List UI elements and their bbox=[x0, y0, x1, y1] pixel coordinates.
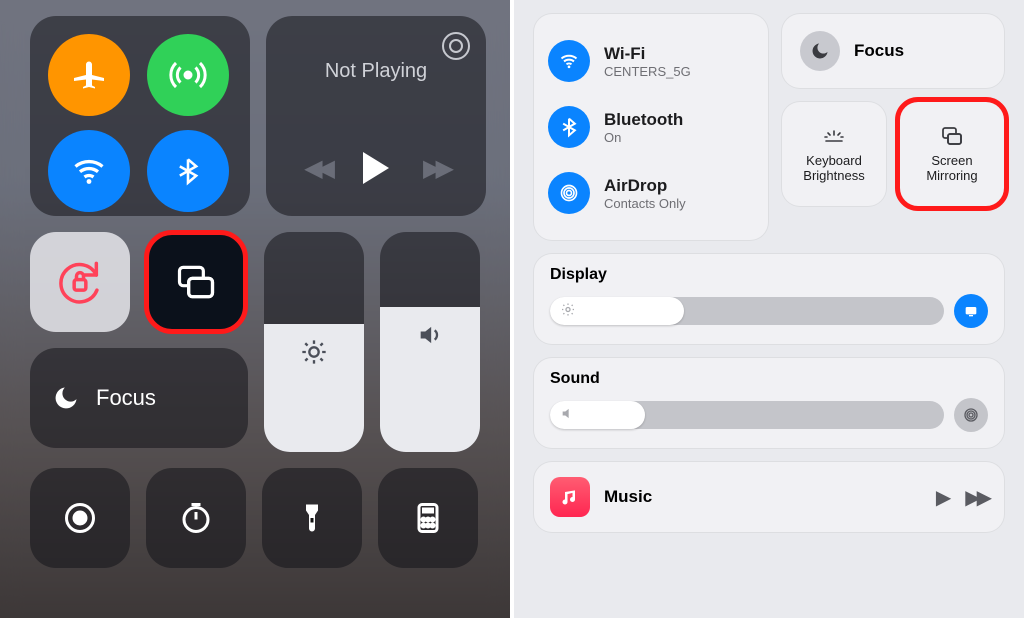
play-icon[interactable] bbox=[363, 152, 389, 184]
timer-icon bbox=[178, 500, 214, 536]
mac-control-center: Wi-Fi CENTERS_5G Bluetooth On AirDrop bbox=[510, 0, 1024, 618]
calculator-button[interactable] bbox=[378, 468, 478, 568]
wifi-icon bbox=[548, 40, 590, 82]
bluetooth-subtitle: On bbox=[604, 130, 683, 145]
flashlight-button[interactable] bbox=[262, 468, 362, 568]
screen-mirroring-button[interactable]: Screen Mirroring bbox=[900, 102, 1004, 206]
now-playing-status: Not Playing bbox=[325, 60, 427, 83]
display-card: Display bbox=[534, 254, 1004, 344]
airdrop-row[interactable]: AirDrop Contacts Only bbox=[548, 172, 754, 214]
network-card: Wi-Fi CENTERS_5G Bluetooth On AirDrop bbox=[534, 14, 768, 240]
display-brightness-slider[interactable] bbox=[550, 297, 944, 325]
connectivity-group bbox=[30, 16, 250, 216]
airdrop-icon bbox=[548, 172, 590, 214]
flashlight-icon bbox=[294, 500, 330, 536]
sound-label: Sound bbox=[550, 370, 988, 388]
sound-volume-slider[interactable] bbox=[550, 401, 944, 429]
keyboard-brightness-button[interactable]: Keyboard Brightness bbox=[782, 102, 886, 206]
screen-record-button[interactable] bbox=[30, 468, 130, 568]
cellular-data-toggle[interactable] bbox=[147, 34, 229, 116]
screen-mirroring-button[interactable] bbox=[146, 232, 246, 332]
airplay-audio-icon[interactable] bbox=[442, 32, 470, 60]
music-card[interactable]: Music ▶ ▶▶ bbox=[534, 462, 1004, 532]
speaker-small-icon bbox=[560, 406, 576, 425]
display-target-icon[interactable] bbox=[954, 294, 988, 328]
sound-card: Sound bbox=[534, 358, 1004, 448]
screen-mirroring-label: Screen Mirroring bbox=[908, 154, 996, 184]
bluetooth-title: Bluetooth bbox=[604, 110, 683, 130]
moon-icon bbox=[52, 384, 80, 412]
rotation-lock-toggle[interactable] bbox=[30, 232, 130, 332]
ios-control-center: Not Playing ◀◀ ▶▶ bbox=[0, 0, 510, 618]
display-label: Display bbox=[550, 266, 988, 284]
fast-forward-icon[interactable]: ▶▶ bbox=[423, 154, 448, 183]
bluetooth-icon bbox=[174, 157, 202, 185]
screen-mirroring-icon bbox=[940, 124, 964, 148]
rotation-lock-icon bbox=[52, 254, 108, 310]
play-icon[interactable]: ▶ bbox=[936, 485, 951, 510]
wifi-subtitle: CENTERS_5G bbox=[604, 64, 691, 79]
focus-label: Focus bbox=[854, 41, 904, 61]
airplane-icon bbox=[71, 57, 107, 93]
antenna-icon bbox=[170, 57, 206, 93]
airdrop-title: AirDrop bbox=[604, 176, 686, 196]
record-icon bbox=[62, 500, 98, 536]
bluetooth-row[interactable]: Bluetooth On bbox=[548, 106, 754, 148]
rewind-icon[interactable]: ◀◀ bbox=[304, 154, 329, 183]
fast-forward-icon[interactable]: ▶▶ bbox=[965, 485, 988, 510]
wifi-toggle[interactable] bbox=[48, 130, 130, 212]
focus-card[interactable]: Focus bbox=[782, 14, 1004, 88]
screen-mirroring-icon bbox=[174, 260, 218, 304]
wifi-row[interactable]: Wi-Fi CENTERS_5G bbox=[548, 40, 754, 82]
now-playing-tile[interactable]: Not Playing ◀◀ ▶▶ bbox=[266, 16, 486, 216]
brightness-slider[interactable] bbox=[264, 232, 364, 452]
focus-tile[interactable]: Focus bbox=[30, 348, 248, 448]
music-label: Music bbox=[604, 487, 922, 507]
airdrop-subtitle: Contacts Only bbox=[604, 196, 686, 211]
speaker-icon bbox=[416, 321, 444, 349]
volume-slider[interactable] bbox=[380, 232, 480, 452]
music-app-icon bbox=[550, 477, 590, 517]
airplay-audio-icon[interactable] bbox=[954, 398, 988, 432]
airplane-mode-toggle[interactable] bbox=[48, 34, 130, 116]
keyboard-brightness-icon bbox=[822, 124, 846, 148]
keyboard-brightness-label: Keyboard Brightness bbox=[790, 154, 878, 184]
bluetooth-toggle[interactable] bbox=[147, 130, 229, 212]
wifi-icon bbox=[71, 153, 107, 189]
calculator-icon bbox=[410, 500, 446, 536]
wifi-title: Wi-Fi bbox=[604, 44, 691, 64]
sun-small-icon bbox=[560, 302, 576, 321]
timer-button[interactable] bbox=[146, 468, 246, 568]
moon-icon bbox=[800, 31, 840, 71]
focus-label: Focus bbox=[96, 385, 156, 411]
sun-icon bbox=[300, 338, 328, 366]
bluetooth-icon bbox=[548, 106, 590, 148]
